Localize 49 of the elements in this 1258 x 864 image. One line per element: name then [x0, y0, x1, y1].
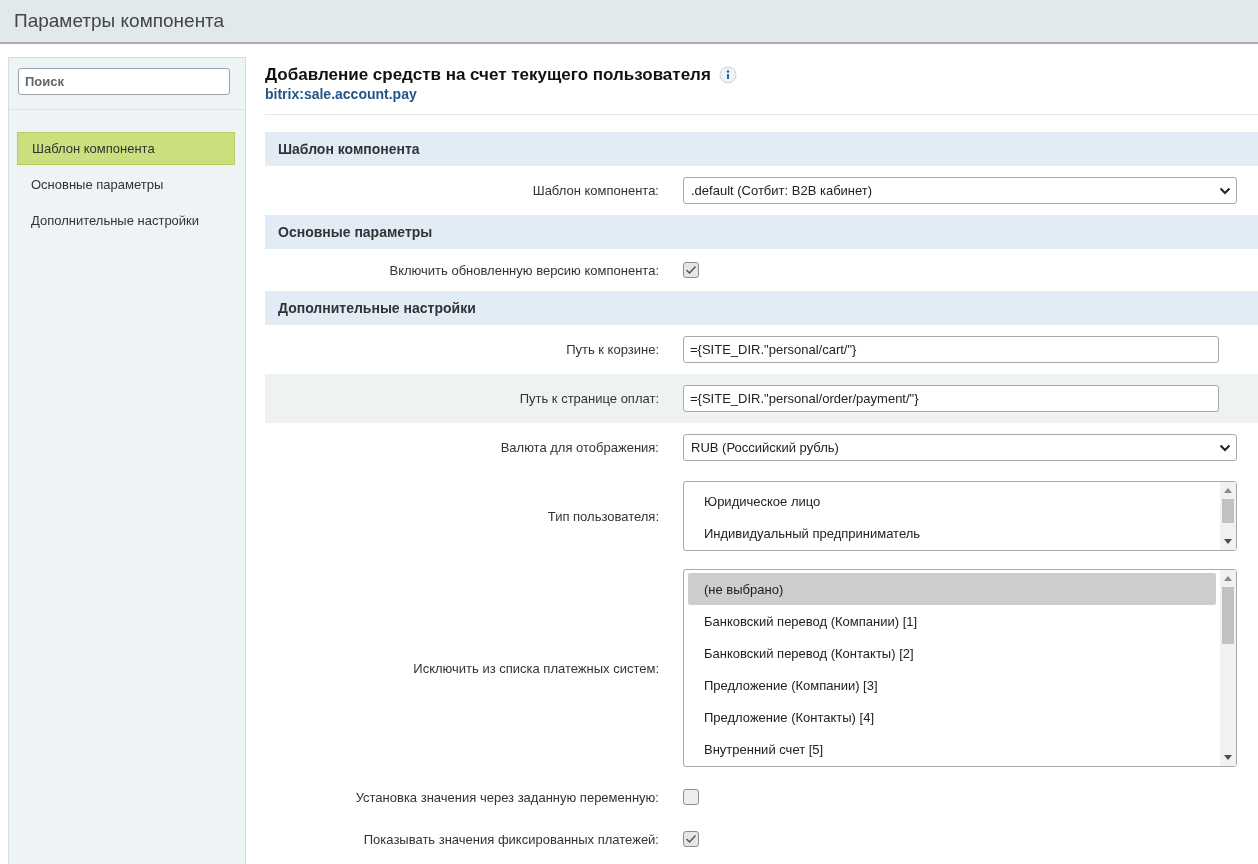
scroll-thumb[interactable] — [1222, 587, 1234, 644]
caret-icon — [1219, 443, 1231, 452]
sidebar-item[interactable]: Шаблон компонента — [17, 132, 235, 165]
checkbox[interactable] — [683, 789, 699, 805]
scroll-up-icon — [1224, 488, 1232, 493]
field-label: Путь к корзине: — [565, 342, 660, 357]
field-label: Шаблон компонента: — [531, 183, 660, 198]
checkbox[interactable] — [683, 262, 699, 278]
field-label: Исключить из списка платежных систем: — [412, 660, 660, 676]
input-field[interactable]: ={SITE_DIR."personal/cart/"} — [683, 336, 1219, 363]
list-option[interactable]: Внутренний счет [5] — [688, 733, 1216, 765]
list-option[interactable]: Предложение (Компании) [3] — [688, 669, 1216, 701]
section-header: Основные параметры — [265, 215, 1258, 249]
scrollbar[interactable] — [1220, 570, 1236, 766]
dropdown[interactable]: RUB (Российский рубль) — [683, 434, 1237, 461]
field-label: Тип пользователя: — [546, 508, 660, 524]
scrollbar[interactable] — [1220, 482, 1236, 550]
list-box[interactable]: Юридическое лицо Индивидуальный предприниматель — [683, 481, 1237, 551]
input-field[interactable]: ={SITE_DIR."personal/order/payment/"} — [683, 385, 1219, 412]
list-option[interactable]: Банковский перевод (Компании) [1] — [688, 605, 1216, 637]
scroll-up-icon — [1224, 576, 1232, 581]
section-header: Шаблон компонента — [265, 132, 1258, 166]
field-label: Показывать значения фиксированных платежей: — [362, 831, 660, 847]
list-option[interactable]: Индивидуальный предприниматель — [688, 517, 1216, 549]
window-title: Параметры компонента — [14, 10, 225, 32]
sidebar-item[interactable]: Дополнительные настройки — [17, 204, 235, 237]
field-label: Валюта для отображения: — [499, 440, 660, 455]
info-icon — [718, 66, 737, 84]
checkmark-icon — [685, 834, 697, 844]
caret-icon — [1219, 186, 1231, 195]
search-field[interactable]: Поиск — [18, 68, 230, 95]
section-header: Дополнительные настройки — [265, 291, 1258, 325]
list-option[interactable]: Предложение (Контакты) [4] — [688, 701, 1216, 733]
dropdown[interactable]: .default (Сотбит: B2B кабинет) — [683, 177, 1237, 204]
list-option[interactable]: Банковский перевод (Контакты) [2] — [688, 637, 1216, 669]
scroll-down-icon — [1224, 755, 1232, 760]
list-option[interactable]: (не выбрано) — [688, 573, 1216, 605]
field-label: Путь к странице оплат: — [518, 391, 660, 406]
scroll-thumb[interactable] — [1222, 499, 1234, 523]
component-code: bitrix:sale.account.pay — [265, 86, 418, 102]
field-label: Установка значения через заданную переменную: — [354, 789, 660, 805]
sidebar-item[interactable]: Основные параметры — [17, 168, 235, 201]
field-label: Включить обновленную версию компонента: — [388, 262, 660, 278]
list-option[interactable]: Юридическое лицо — [688, 485, 1216, 517]
component-title: Добавление средств на счет текущего пользователя — [265, 65, 711, 85]
checkmark-icon — [685, 265, 697, 275]
scroll-down-icon — [1224, 539, 1232, 544]
checkbox[interactable] — [683, 831, 699, 847]
list-box[interactable]: (не выбрано) Банковский перевод (Компании) [1] Банковский перевод (Контакты) [2] Предложение (Компании) [3] Предложение (Контакты) [4] Внутренний счет [5] — [683, 569, 1237, 767]
